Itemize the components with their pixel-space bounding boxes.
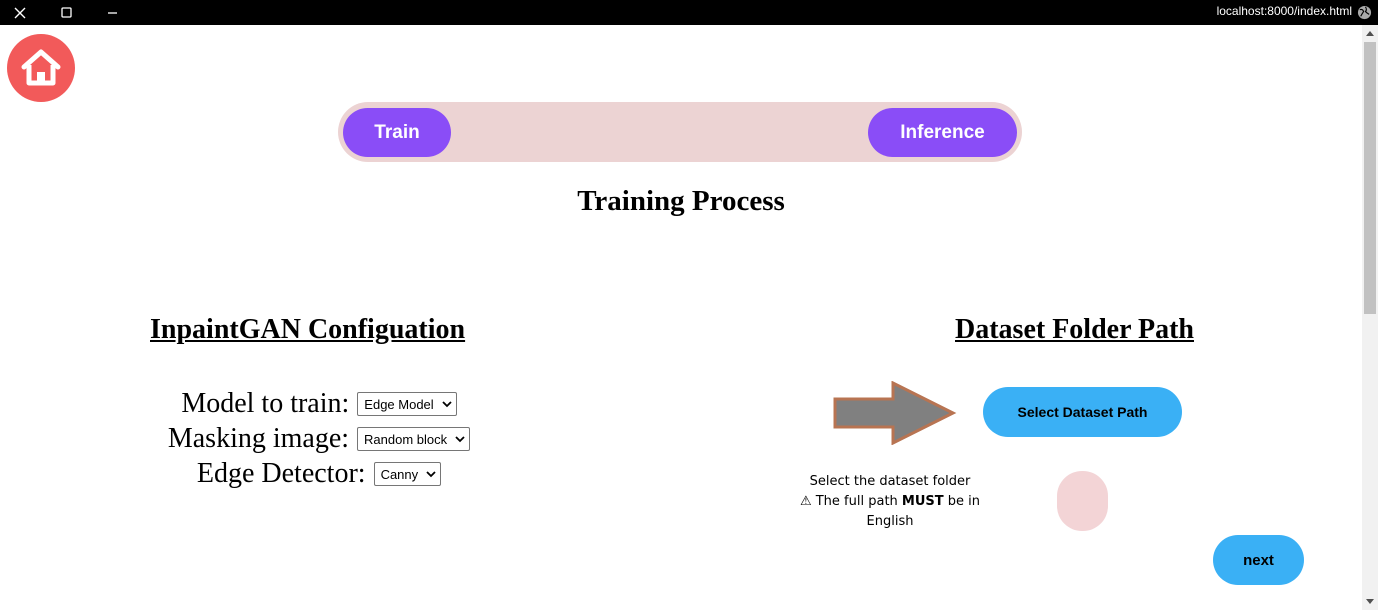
home-icon xyxy=(21,49,61,86)
train-tab[interactable]: Train xyxy=(343,108,451,157)
minimize-window-button[interactable] xyxy=(97,0,127,25)
masking-select[interactable]: Random block xyxy=(357,427,471,451)
masking-label: Masking image: xyxy=(167,423,350,454)
chevron-down-icon xyxy=(455,436,465,443)
edge-detector-row: Edge Detector: Canny xyxy=(0,458,638,490)
scrollbar-thumb[interactable] xyxy=(1364,42,1376,314)
next-button[interactable]: next xyxy=(1213,535,1304,585)
url-text: localhost:8000/index.html xyxy=(1216,4,1352,18)
hint-warning: ⚠ The full path MUST be in English xyxy=(790,492,990,532)
mode-toggle: Train Inference xyxy=(338,102,1022,162)
masking-row: Masking image: Random block xyxy=(0,423,638,455)
edge-detector-select[interactable]: Canny xyxy=(373,462,442,486)
home-button[interactable] xyxy=(7,34,75,102)
model-select-value: Edge Model xyxy=(364,396,434,412)
config-heading: InpaintGAN Configuation xyxy=(150,314,466,345)
model-label: Model to train: xyxy=(181,388,350,419)
select-dataset-path-button[interactable]: Select Dataset Path xyxy=(983,387,1182,437)
scroll-up-button[interactable] xyxy=(1362,25,1378,41)
masking-select-value: Random block xyxy=(364,431,448,447)
chevron-down-icon xyxy=(1366,599,1374,604)
arrow-right-icon xyxy=(833,381,957,445)
maximize-icon xyxy=(60,7,72,18)
vertical-scrollbar[interactable] xyxy=(1362,25,1378,610)
chevron-down-icon xyxy=(442,401,452,408)
maximize-window-button[interactable] xyxy=(51,0,81,25)
close-window-button[interactable] xyxy=(5,0,35,25)
scroll-down-button[interactable] xyxy=(1362,594,1378,610)
window-titlebar: localhost:8000/index.html xyxy=(0,0,1378,25)
dataset-hint: Select the dataset folder ⚠ The full pat… xyxy=(790,472,990,532)
minimize-icon xyxy=(107,12,117,14)
chevron-down-icon xyxy=(426,471,436,478)
hint-line: Select the dataset folder xyxy=(809,474,971,489)
status-indicator xyxy=(1057,471,1108,531)
page-content: Train Inference Training Process Inpaint… xyxy=(0,25,1362,610)
inference-tab[interactable]: Inference xyxy=(868,108,1017,157)
model-select[interactable]: Edge Model xyxy=(357,392,457,416)
edge-detector-select-value: Canny xyxy=(380,466,419,482)
globe-icon xyxy=(1357,5,1372,20)
edge-detector-label: Edge Detector: xyxy=(196,458,366,489)
hint-emphasis: MUST xyxy=(901,494,944,509)
close-icon xyxy=(14,7,26,18)
model-row: Model to train: Edge Model xyxy=(0,388,638,420)
dataset-heading: Dataset Folder Path xyxy=(955,314,1194,345)
chevron-up-icon xyxy=(1366,31,1374,36)
hint-warning-prefix: ⚠ The full path xyxy=(799,494,902,509)
page-title: Training Process xyxy=(577,185,785,217)
